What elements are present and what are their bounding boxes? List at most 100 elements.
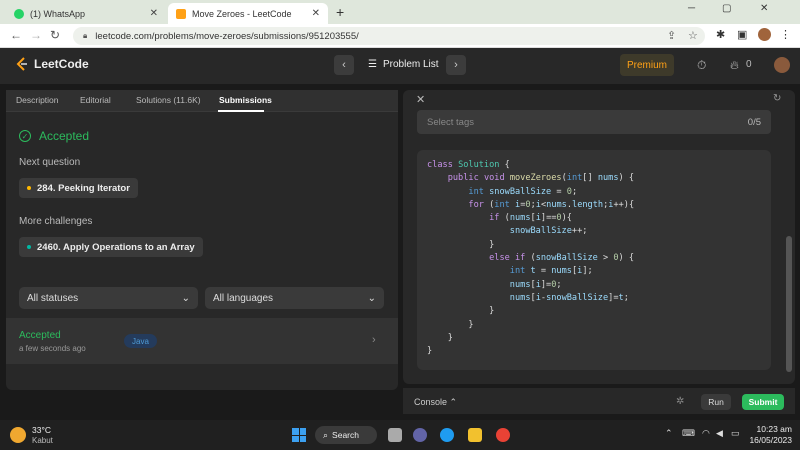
run-button[interactable]: Run (701, 394, 731, 410)
url-text: leetcode.com/problems/move-zeroes/submis… (95, 30, 359, 42)
tab-title: (1) WhatsApp (30, 8, 86, 19)
tab-title: Move Zeroes - LeetCode (192, 8, 292, 19)
left-tabs (6, 90, 398, 112)
forward-icon[interactable]: → (30, 28, 42, 42)
code-line: public void moveZeroes(int[] nums) { (447, 173, 635, 184)
streak-fire-icon[interactable]: 🔥︎ (730, 58, 739, 73)
clock-time[interactable]: 10:23 am (752, 424, 792, 434)
code-line: } (427, 332, 453, 343)
submission-time: a few seconds ago (19, 344, 86, 353)
code-line: int snowBallSize = 0; (468, 186, 578, 197)
tags-placeholder: Select tags (427, 116, 474, 128)
scrollbar[interactable] (786, 236, 792, 372)
console-toggle[interactable]: Console ⌃ (414, 397, 457, 408)
user-avatar[interactable] (774, 57, 790, 73)
close-icon[interactable]: ✕ (416, 93, 425, 106)
problem-list-label: Problem List (382, 59, 439, 70)
address-bar[interactable]: 🔒︎ leetcode.com/problems/move-zeroes/sub… (73, 27, 705, 45)
next-question-chip[interactable]: 284. Peeking Iterator (19, 178, 138, 198)
task-view-icon[interactable] (388, 428, 402, 442)
teams-chat-icon[interactable] (413, 428, 427, 442)
accepted-status: ✓ Accepted (19, 129, 89, 143)
keyboard-icon[interactable]: ⌨ (682, 428, 695, 439)
tab-editorial[interactable]: Editorial (80, 95, 111, 105)
next-problem-button[interactable]: › (446, 55, 466, 75)
prev-problem-button[interactable]: ‹ (334, 55, 354, 75)
taskbar-search[interactable]: ⌕ Search (315, 426, 377, 444)
status-filter-value: All statuses (27, 292, 79, 304)
tab-whatsapp[interactable]: (1) WhatsApp ✕ (6, 3, 166, 24)
problem-list-button[interactable]: ☰ Problem List (368, 59, 439, 70)
chevron-down-icon: ⌄ (367, 292, 376, 304)
code-line: for (int i=0;i<nums.length;i++){ (468, 199, 635, 210)
code-line: } (427, 319, 474, 330)
new-tab-button[interactable]: + (336, 4, 344, 20)
tab-leetcode[interactable]: Move Zeroes - LeetCode ✕ (168, 3, 328, 24)
list-icon: ☰ (368, 59, 377, 70)
minimize-button[interactable]: ─ (688, 3, 695, 14)
tab-submissions[interactable]: Submissions (219, 95, 272, 105)
window-close-button[interactable]: ✕ (760, 3, 768, 14)
logo-text: LeetCode (34, 57, 89, 71)
code-block: class Solution { public void moveZeroes(… (427, 159, 634, 358)
chevron-up-icon[interactable]: ⌃ (665, 428, 673, 439)
search-label: Search (332, 430, 359, 440)
temperature: 33°C (32, 425, 51, 435)
clock-date[interactable]: 16/05/2023 (745, 435, 792, 445)
submission-status[interactable]: Accepted (19, 330, 61, 341)
code-line: int t = nums[i]; (509, 266, 593, 277)
leetcode-icon (176, 8, 186, 19)
volume-icon[interactable]: ◀ (716, 428, 723, 439)
challenge-chip[interactable]: 2460. Apply Operations to an Array (19, 237, 203, 257)
active-tab-underline (218, 110, 264, 112)
chevron-right-icon[interactable]: › (372, 334, 376, 346)
language-filter-value: All languages (213, 292, 274, 304)
chrome-icon[interactable] (496, 428, 510, 442)
battery-icon[interactable]: ▭ (731, 428, 740, 439)
leetcode-logo-icon (16, 57, 27, 71)
close-icon[interactable]: ✕ (312, 8, 320, 19)
whatsapp-icon (14, 8, 24, 19)
edge-icon[interactable] (440, 428, 454, 442)
reload-icon[interactable]: ↻ (50, 28, 60, 42)
windows-start-icon[interactable] (292, 428, 306, 442)
code-line: class Solution { (427, 160, 510, 170)
lock-icon: 🔒︎ (83, 31, 88, 40)
close-icon[interactable]: ✕ (150, 8, 158, 19)
tab-solutions[interactable]: Solutions (11.6K) (136, 95, 201, 105)
wifi-icon[interactable]: ◠ (702, 428, 710, 439)
code-line: if (nums[i]==0){ (489, 213, 572, 224)
extensions-icon[interactable]: ✱ (716, 28, 725, 41)
difficulty-dot-icon (27, 245, 31, 249)
timer-icon[interactable]: ⏱ (697, 58, 706, 73)
profile-avatar[interactable] (758, 28, 771, 41)
file-explorer-icon[interactable] (468, 428, 482, 442)
share-icon[interactable]: ⇪ (667, 29, 676, 42)
accepted-label: Accepted (39, 129, 90, 143)
leetcode-logo[interactable]: LeetCode (16, 57, 89, 71)
tags-count: 0/5 (747, 116, 761, 128)
tab-description[interactable]: Description (16, 95, 59, 105)
code-line: nums[i-snowBallSize]=t; (509, 292, 629, 303)
select-tags-input[interactable]: Select tags 0/5 (417, 110, 771, 134)
sidebar-icon[interactable]: ▣ (737, 28, 747, 41)
code-line: nums[i]=0; (509, 279, 562, 290)
code-line: snowBallSize++; (509, 226, 588, 237)
console-label: Console (414, 397, 448, 407)
maximize-button[interactable]: ▢ (722, 3, 731, 14)
status-filter-dropdown[interactable]: All statuses ⌄ (19, 287, 198, 309)
next-question-label: Next question (19, 157, 81, 168)
challenge-title: 2460. Apply Operations to an Array (37, 241, 195, 253)
weather-icon[interactable] (10, 427, 26, 443)
bookmark-star-icon[interactable]: ☆ (688, 29, 698, 42)
language-filter-dropdown[interactable]: All languages ⌄ (205, 287, 384, 309)
submission-row[interactable] (6, 318, 398, 364)
back-icon[interactable]: ← (10, 28, 22, 42)
debug-icon[interactable]: ✲ (676, 396, 684, 407)
code-line: } (427, 306, 495, 317)
code-line: else if (snowBallSize > 0) { (489, 253, 635, 264)
premium-button[interactable]: Premium (620, 54, 674, 76)
menu-kebab-icon[interactable]: ⋮ (780, 28, 791, 41)
refresh-icon[interactable]: ↻ (773, 93, 781, 104)
submit-button[interactable]: Submit (742, 394, 784, 410)
